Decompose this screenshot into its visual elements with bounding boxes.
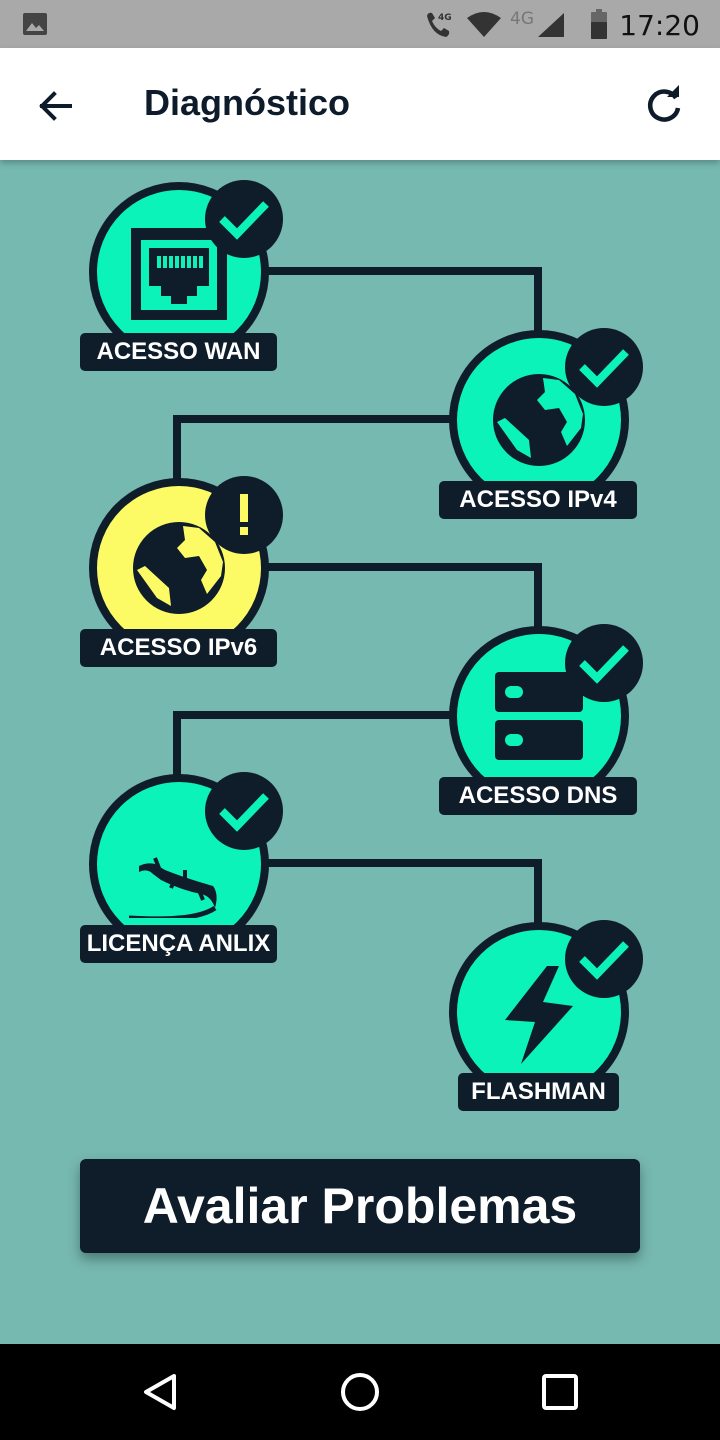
status-badge (565, 624, 643, 702)
status-badge (205, 476, 283, 554)
warning-exclamation-icon (240, 494, 248, 535)
check-icon (219, 793, 269, 832)
node-label: ACESSO IPv6 (80, 629, 277, 667)
back-triangle-icon[interactable] (136, 1368, 184, 1416)
check-icon (579, 941, 629, 980)
wifi-icon (467, 12, 501, 37)
mobile-network-label: 4G (510, 9, 534, 29)
node-label: ACESSO WAN (80, 333, 277, 371)
page-title: Diagnóstico (144, 82, 351, 123)
image-icon (23, 13, 47, 35)
home-circle-icon[interactable] (336, 1368, 384, 1416)
call-network-label: 4G (438, 13, 452, 23)
signal-icon (538, 13, 564, 37)
node-label: FLASHMAN (458, 1073, 619, 1111)
status-bar: 4G 4G 17:20 (0, 0, 720, 48)
node-label: LICENÇA ANLIX (80, 925, 277, 963)
battery-icon (591, 9, 607, 39)
status-badge (565, 328, 643, 406)
node-label: ACESSO IPv4 (439, 481, 637, 519)
diagnostic-flow: ACESSO WAN ACESSO IPv4 ACESSO IPv6 ACESS… (0, 160, 720, 1344)
check-icon (579, 349, 629, 388)
wifi-call-icon: 4G (427, 12, 452, 38)
recents-square-icon[interactable] (536, 1368, 584, 1416)
clock: 17:20 (619, 9, 700, 42)
evaluate-problems-button[interactable]: Avaliar Problemas (80, 1159, 640, 1253)
arrow-back-icon[interactable] (28, 78, 84, 134)
navigation-bar (0, 1344, 720, 1440)
status-badge (205, 180, 283, 258)
refresh-icon[interactable] (636, 78, 692, 134)
app-bar: Diagnóstico (0, 48, 720, 160)
status-badge (565, 920, 643, 998)
check-icon (219, 201, 269, 240)
check-icon (579, 645, 629, 684)
status-badge (205, 772, 283, 850)
node-label: ACESSO DNS (439, 777, 637, 815)
